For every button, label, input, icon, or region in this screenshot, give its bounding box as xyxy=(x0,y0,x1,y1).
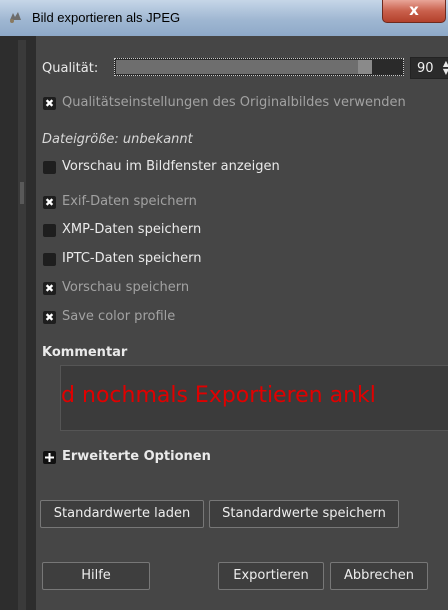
checkbox-xmp[interactable] xyxy=(43,224,56,237)
export-dialog: Bild exportieren als JPEG x Qualität: 90… xyxy=(0,0,448,610)
scrollbar-thumb[interactable] xyxy=(20,182,24,204)
checkbox-label: Save color profile xyxy=(62,309,176,324)
spin-arrows[interactable]: ▲ ▼ xyxy=(441,60,448,76)
quality-slider[interactable] xyxy=(114,58,404,76)
comment-textarea[interactable]: Und nochmals Exportieren ankl xyxy=(60,365,448,431)
checkbox-label: Vorschau im Bildfenster anzeigen xyxy=(62,159,280,174)
spin-down-icon[interactable]: ▼ xyxy=(441,68,448,76)
checkbox-preview-window[interactable] xyxy=(43,161,56,174)
checkbox-label: Vorschau speichern xyxy=(62,280,190,295)
gimp-app-icon xyxy=(10,12,21,23)
dialog-content: Qualität: 90 ▲ ▼ ✖ Qualitätseinstellunge… xyxy=(36,36,448,610)
comment-heading: Kommentar xyxy=(42,345,128,360)
help-button[interactable]: Hilfe xyxy=(42,562,150,590)
quality-slider-handle[interactable] xyxy=(358,60,372,74)
checkbox-exif[interactable]: ✖ xyxy=(43,196,56,209)
close-button[interactable]: x xyxy=(382,0,446,23)
advanced-options-expander[interactable]: Erweiterte Optionen xyxy=(62,449,211,464)
quality-slider-fill xyxy=(116,60,359,74)
load-defaults-button[interactable]: Standardwerte laden xyxy=(40,500,204,528)
cancel-button[interactable]: Abbrechen xyxy=(330,562,428,590)
checkbox-color-profile[interactable]: ✖ xyxy=(43,311,56,324)
title-bar[interactable]: Bild exportieren als JPEG x xyxy=(0,0,448,37)
window-title: Bild exportieren als JPEG xyxy=(32,10,181,25)
filesize-text: Dateigröße: unbekannt xyxy=(42,132,193,147)
checkbox-label: Exif-Daten speichern xyxy=(62,194,197,209)
plus-icon[interactable] xyxy=(43,451,56,464)
comment-text: Und nochmals Exportieren ankl xyxy=(60,383,376,408)
quality-label: Qualität: xyxy=(42,61,99,76)
checkbox-label: Qualitätseinstellungen des Originalbilde… xyxy=(62,95,406,110)
save-defaults-button[interactable]: Standardwerte speichern xyxy=(209,500,399,528)
checkbox-save-thumbnail[interactable]: ✖ xyxy=(43,282,56,295)
quality-spinbox[interactable]: 90 ▲ ▼ xyxy=(410,57,448,79)
checkbox-original-quality[interactable]: ✖ xyxy=(43,97,56,110)
checkbox-label: IPTC-Daten speichern xyxy=(62,251,202,266)
export-button[interactable]: Exportieren xyxy=(218,562,324,590)
checkbox-label: XMP-Daten speichern xyxy=(62,222,202,237)
scrollbar-track[interactable] xyxy=(18,40,26,610)
plus-glyph-icon xyxy=(45,453,54,462)
checkbox-iptc[interactable] xyxy=(43,253,56,266)
quality-value: 90 xyxy=(417,61,434,76)
